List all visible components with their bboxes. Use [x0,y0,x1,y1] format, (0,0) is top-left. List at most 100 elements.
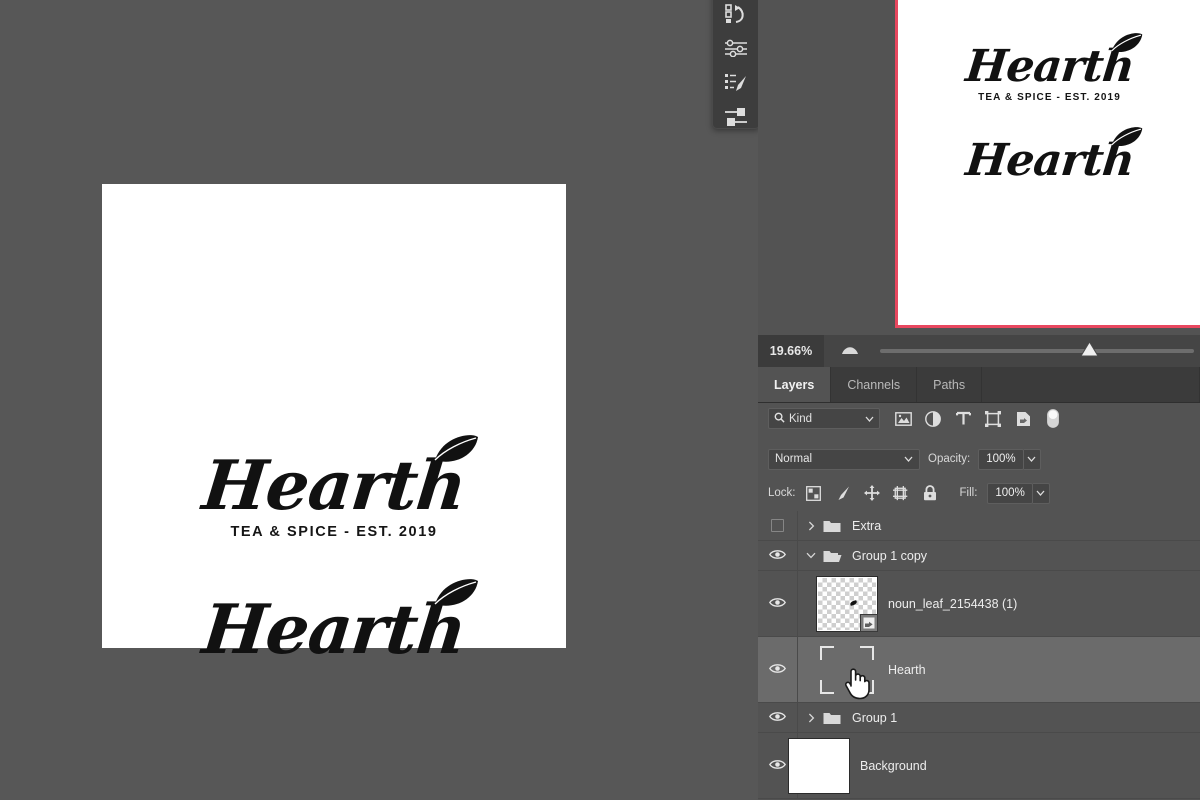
preview-secondary-wrap: Hearth [966,139,1134,183]
table-row[interactable]: Group 1 [758,703,1200,733]
layer-thumbnail[interactable] [788,738,850,794]
adjustment-layer-filter-icon[interactable] [924,410,942,428]
lock-artboard-nesting-icon[interactable] [893,485,909,501]
lock-row[interactable]: Lock: Fill: 100% [758,478,1200,508]
filter-kind-label: Kind [789,413,861,425]
layer-name[interactable]: Hearth [888,663,926,677]
logo-primary-tagline: TEA & SPICE - EST. 2019 [102,524,566,540]
logo-lockup-primary: Hearth TEA & SPICE - EST. 2019 [102,452,566,540]
layer-filter-row[interactable]: Kind [758,403,1200,434]
tab-bar-filler [982,367,1200,402]
layer-visibility-cell[interactable] [758,541,798,570]
pixel-layer-filter-icon[interactable] [894,410,912,428]
type-layer-filter-icon[interactable] [954,410,972,428]
contextual-toolbar[interactable] [712,0,760,129]
thumbnail-frame [788,738,850,794]
layer-thumbnail[interactable] [816,576,878,632]
fill-stepper-chevron-down-icon[interactable] [1033,483,1050,504]
right-dock: Hearth TEA & SPICE - EST. 2019 Hearth [758,0,1200,800]
list-brush-icon[interactable] [719,72,753,94]
table-row[interactable]: Extra [758,511,1200,541]
lock-all-icon[interactable] [922,485,938,501]
lock-transparent-pixels-icon[interactable] [806,485,822,501]
logo-secondary-wordmark: Hearth [199,596,468,664]
transform-redo-icon[interactable] [719,3,753,25]
layer-visibility-cell[interactable] [758,511,798,540]
layer-name[interactable]: Extra [852,519,881,533]
tab-paths[interactable]: Paths [917,367,982,402]
tab-layers[interactable]: Layers [758,367,831,402]
blend-mode-row[interactable]: Normal Opacity: 100% [758,444,1200,474]
filter-type-icons[interactable] [894,410,1062,428]
zoom-slider-thumb[interactable] [1081,342,1098,357]
opacity-field-group[interactable]: 100% [978,449,1040,470]
layer-visibility-cell[interactable] [758,703,798,732]
folder-open-icon [822,549,842,563]
chevron-right-icon[interactable] [802,713,820,723]
hand-cursor [842,664,872,700]
layers-list[interactable]: Extra Group 1 copy [758,511,1200,800]
eye-icon[interactable] [769,547,786,565]
zoom-slider-track[interactable] [880,349,1194,353]
layer-name[interactable]: noun_leaf_2154438 (1) [888,597,1017,611]
opacity-value-field[interactable]: 100% [978,449,1023,470]
zoom-level-readout[interactable]: 19.66% [758,335,824,367]
eye-icon[interactable] [769,757,786,775]
fill-field-group[interactable]: 100% [987,483,1049,504]
chevron-down-icon [904,453,913,465]
opacity-label: Opacity: [928,453,970,465]
filter-toggle-switch-icon[interactable] [1044,410,1062,428]
folder-icon [822,519,842,533]
preview-selection-border: Hearth TEA & SPICE - EST. 2019 Hearth [895,0,1200,328]
preview-logo-primary: Hearth TEA & SPICE - EST. 2019 [898,45,1200,103]
blend-mode-select[interactable]: Normal [768,449,920,470]
layer-thumbnail[interactable] [816,642,878,698]
layer-name[interactable]: Background [860,759,927,773]
chevron-right-icon[interactable] [802,521,820,531]
logo-lockup-secondary: Hearth [102,596,566,664]
table-row[interactable]: Group 1 copy [758,541,1200,571]
preview-primary-tagline: TEA & SPICE - EST. 2019 [898,92,1200,103]
preview-secondary-wordmark: Hearth [963,139,1135,183]
sliders-icon[interactable] [719,37,753,59]
smart-object-filter-icon[interactable] [1014,410,1032,428]
preview-artboard[interactable]: Hearth TEA & SPICE - EST. 2019 Hearth [898,0,1200,325]
opacity-stepper-chevron-down-icon[interactable] [1024,449,1041,470]
eye-icon[interactable] [769,709,786,727]
document-canvas-area[interactable]: Hearth TEA & SPICE - EST. 2019 Hearth [0,0,758,800]
table-row[interactable]: noun_leaf_2154438 (1) [758,571,1200,637]
layer-name[interactable]: Group 1 [852,711,897,725]
shape-layer-filter-icon[interactable] [984,410,1002,428]
preview-primary-wrap: Hearth [966,45,1134,89]
search-icon [774,412,785,426]
scrubby-zoom-icon[interactable] [840,342,860,360]
chevron-down-icon [865,413,874,425]
blend-mode-value: Normal [775,453,904,465]
fill-label: Fill: [960,487,978,499]
logo-primary-wordmark: Hearth [199,452,468,520]
layer-visibility-cell[interactable] [758,637,798,702]
table-row[interactable]: Background [758,733,1200,799]
eye-icon[interactable] [769,595,786,613]
lock-icon-group[interactable] [806,485,938,501]
lock-position-icon[interactable] [864,485,880,501]
preview-document-window[interactable]: Hearth TEA & SPICE - EST. 2019 Hearth [895,0,1200,328]
eye-icon[interactable] [769,661,786,679]
visibility-off-checkbox-icon[interactable] [771,519,784,532]
brush-pair-icon[interactable] [719,106,753,128]
lock-image-pixels-icon[interactable] [835,485,851,501]
filter-kind-select[interactable]: Kind [768,408,880,429]
logo-secondary-wordmark-wrap: Hearth [203,596,465,664]
chevron-down-icon[interactable] [802,552,820,559]
tab-channels[interactable]: Channels [831,367,917,402]
table-row[interactable]: Hearth [758,637,1200,703]
layer-visibility-cell[interactable] [758,571,798,636]
layer-name[interactable]: Group 1 copy [852,549,927,563]
panel-tab-bar[interactable]: Layers Channels Paths [758,367,1200,403]
lock-label: Lock: [768,487,796,499]
artboard[interactable]: Hearth TEA & SPICE - EST. 2019 Hearth [102,184,566,648]
smart-object-badge-icon [860,614,878,632]
zoom-status-bar[interactable]: 19.66% [758,335,1200,367]
logo-primary-wordmark-wrap: Hearth [203,452,465,520]
fill-value-field[interactable]: 100% [987,483,1032,504]
